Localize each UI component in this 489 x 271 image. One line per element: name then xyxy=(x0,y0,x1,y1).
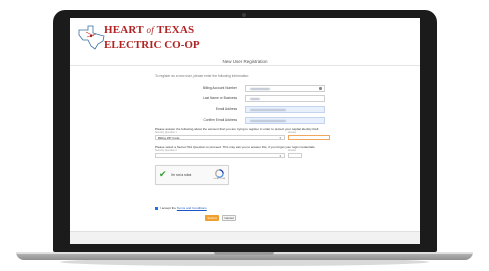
terms-checkbox[interactable] xyxy=(155,206,158,210)
screen: HEART of TEXAS ELECTRIC CO-OP New User R… xyxy=(70,18,420,244)
page-footer xyxy=(70,231,420,244)
recaptcha-brand: reCAPTCHA xyxy=(213,178,225,180)
billing-account-input[interactable] xyxy=(245,85,325,92)
security-q2-answer-input[interactable] xyxy=(288,153,302,158)
cancel-button[interactable]: Cancel xyxy=(222,215,236,221)
recaptcha-label: I'm not a robot xyxy=(171,173,192,177)
checkmark-icon[interactable]: ✔ xyxy=(159,170,167,179)
logo-title-line2: ELECTRIC CO-OP xyxy=(104,39,200,51)
email-input[interactable] xyxy=(245,106,325,113)
security-q1-caption: Security Question 1 xyxy=(155,131,177,134)
redacted-value xyxy=(250,87,270,90)
recaptcha-logo-icon xyxy=(215,169,224,178)
redacted-value xyxy=(250,97,260,100)
page-title: New User Registration xyxy=(222,59,268,64)
last-name-input[interactable] xyxy=(245,95,325,102)
security-q1-select[interactable]: Billing ZIP Code ▾ xyxy=(155,135,285,140)
security-q1-answer-input[interactable] xyxy=(288,135,330,140)
billing-account-row: Billing Account Number xyxy=(155,85,380,92)
submit-button[interactable]: Submit xyxy=(205,215,219,221)
help-icon[interactable] xyxy=(319,86,322,90)
laptop-base-notch xyxy=(214,252,274,255)
intro-text: To register as a new user, please enter … xyxy=(155,74,250,78)
confirm-email-input[interactable] xyxy=(245,117,325,124)
email-label: Email Address xyxy=(215,107,237,111)
last-name-row: Last Name or Business xyxy=(155,95,380,102)
security-q1-answer-caption: Answer xyxy=(288,131,297,134)
billing-account-label: Billing Account Number xyxy=(202,86,237,90)
confirm-email-label: Confirm Email Address xyxy=(203,118,237,122)
brand-logo[interactable]: HEART of TEXAS ELECTRIC CO-OP xyxy=(76,22,200,62)
last-name-label: Last Name or Business xyxy=(202,96,237,100)
security-q1-selected: Billing ZIP Code xyxy=(158,136,180,140)
email-row: Email Address xyxy=(155,106,380,113)
chevron-down-icon: ▾ xyxy=(279,154,281,158)
security-q2-answer-caption: Answer xyxy=(288,149,297,152)
terms-row: I accept the Terms and Conditions xyxy=(155,206,207,211)
chevron-down-icon: ▾ xyxy=(279,136,281,140)
security-q2-select[interactable]: ▾ xyxy=(155,153,285,158)
terms-link[interactable]: Terms and Conditions xyxy=(177,206,207,210)
security-q2-caption: Security Question 2 xyxy=(155,149,177,152)
header-divider xyxy=(70,65,420,66)
camera-icon xyxy=(242,13,246,17)
redacted-value xyxy=(250,108,286,111)
recaptcha-widget[interactable]: ✔ I'm not a robot reCAPTCHA xyxy=(155,165,229,185)
logo-title-line1: HEART of TEXAS xyxy=(104,24,195,36)
texas-map-icon xyxy=(78,25,105,50)
redacted-value xyxy=(250,119,286,122)
terms-prefix: I accept the xyxy=(160,206,176,210)
confirm-email-row: Confirm Email Address xyxy=(155,117,380,124)
